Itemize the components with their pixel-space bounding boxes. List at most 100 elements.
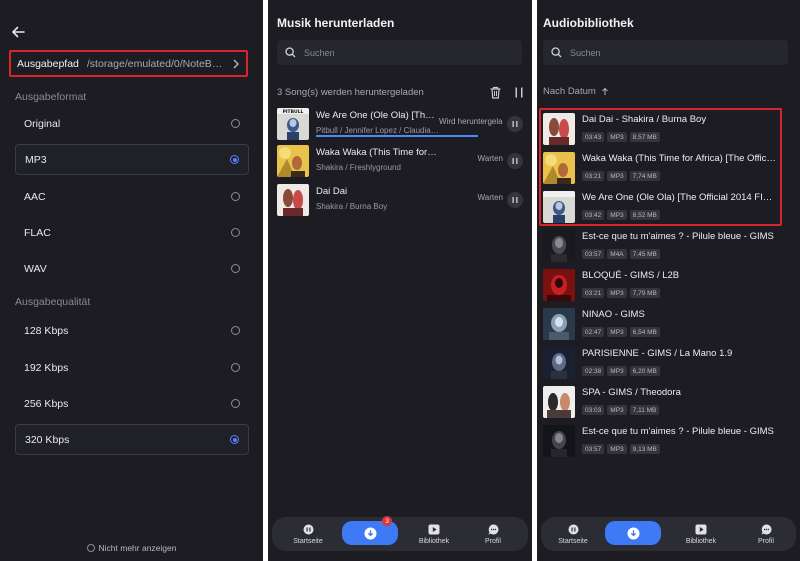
library-play-icon	[428, 524, 440, 534]
size-chip: 8,52 MB	[629, 210, 660, 220]
library-item[interactable]: Est-ce que tu m'aimes ? - Pilule bleue -…	[543, 230, 776, 262]
search-icon	[285, 47, 296, 58]
format-option-wav[interactable]: WAV	[15, 253, 249, 284]
format-chip: MP3	[607, 444, 627, 454]
format-option-label: AAC	[24, 190, 46, 203]
format-chip: MP3	[607, 132, 627, 142]
song-title: Est-ce que tu m'aimes ? - Pilule bleue -…	[582, 231, 774, 242]
song-title: We Are One (Ole Ola) [The Official 2014 …	[582, 192, 776, 203]
album-cover-ninao	[543, 308, 575, 340]
nav-profile[interactable]: Profil	[478, 517, 508, 551]
nav-profile[interactable]: Profil	[751, 517, 781, 551]
format-chip: MP3	[607, 171, 627, 181]
radio-selected-icon	[230, 155, 239, 164]
download-status-bar: 3 Song(s) werden heruntergeladen	[277, 84, 524, 100]
home-icon	[303, 524, 313, 534]
album-cover-dai-dai	[543, 113, 575, 145]
duration-chip: 03:21	[582, 288, 605, 298]
quality-option-128[interactable]: 128 Kbps	[15, 315, 249, 346]
size-chip: 7,79 MB	[629, 288, 660, 298]
quality-option-320[interactable]: 320 Kbps	[15, 424, 249, 455]
duration-chip: 03:42	[582, 210, 605, 220]
pause-all-icon[interactable]	[514, 86, 524, 99]
output-path-row[interactable]: Ausgabepfad /storage/emulated/0/NoteBurn…	[9, 50, 248, 77]
download-icon	[364, 527, 376, 539]
library-item[interactable]: PARISIENNE - GIMS / La Mano 1.9 02:38 MP…	[543, 347, 776, 379]
size-chip: 6,54 MB	[629, 327, 660, 337]
size-chip: 6,20 MB	[629, 366, 660, 376]
pause-button[interactable]	[507, 153, 523, 169]
format-option-flac[interactable]: FLAC	[15, 217, 249, 248]
library-item[interactable]: Dai Dai - Shakira / Burna Boy 03:43 MP3 …	[543, 113, 776, 145]
song-artist: Shakira / Freshlyground	[316, 163, 401, 172]
duration-chip: 03:03	[582, 405, 605, 415]
library-item[interactable]: SPA - GIMS / Theodora 03:03 MP3 7,11 MB	[543, 386, 776, 418]
nav-library[interactable]: Bibliothek	[412, 517, 456, 551]
size-chip: 7,11 MB	[629, 405, 660, 415]
format-chip: MP3	[607, 405, 627, 415]
dont-show-again-label: Nicht mehr anzeigen	[98, 543, 177, 553]
download-progress-bar	[316, 135, 478, 137]
duration-chip: 03:43	[582, 132, 605, 142]
sort-by-date[interactable]: Nach Datum	[543, 86, 609, 97]
svg-text:PITBULL: PITBULL	[283, 109, 304, 115]
page-title: Musik herunterladen	[277, 16, 395, 30]
home-icon	[568, 524, 578, 534]
search-input[interactable]: Suchen	[277, 40, 522, 65]
library-item[interactable]: Waka Waka (This Time for Africa) [The Of…	[543, 152, 776, 184]
nav-library[interactable]: Bibliothek	[679, 517, 723, 551]
quality-option-192[interactable]: 192 Kbps	[15, 352, 249, 383]
download-icon	[627, 527, 639, 539]
trash-icon[interactable]	[489, 86, 502, 99]
song-artist: Shakira / Burna Boy	[316, 202, 388, 211]
library-item[interactable]: We Are One (Ole Ola) [The Official 2014 …	[543, 191, 776, 223]
output-path-value: /storage/emulated/0/NoteBurnerMusicOneFo…	[86, 57, 226, 70]
format-option-mp3[interactable]: MP3	[15, 144, 249, 175]
song-title: Dai Dai - Shakira / Burna Boy	[582, 114, 707, 125]
pause-button[interactable]	[507, 116, 523, 132]
search-input[interactable]: Suchen	[543, 40, 788, 65]
sort-label: Nach Datum	[543, 86, 596, 97]
format-option-label: MP3	[25, 153, 47, 166]
duration-chip: 03:57	[582, 444, 605, 454]
quality-option-256[interactable]: 256 Kbps	[15, 388, 249, 419]
song-title: We Are One (Ole Ola) [The Official 2014 …	[316, 110, 438, 121]
radio-icon	[231, 399, 240, 408]
dont-show-again[interactable]: Nicht mehr anzeigen	[0, 543, 263, 553]
song-title: PARISIENNE - GIMS / La Mano 1.9	[582, 348, 733, 359]
nav-home[interactable]: Startseite	[288, 517, 328, 551]
format-option-original[interactable]: Original	[15, 108, 249, 139]
nav-profile-label: Profil	[758, 537, 774, 545]
nav-home[interactable]: Startseite	[553, 517, 593, 551]
search-placeholder: Suchen	[570, 47, 601, 58]
pause-icon	[512, 158, 518, 164]
quality-option-label: 192 Kbps	[24, 361, 69, 374]
format-option-aac[interactable]: AAC	[15, 181, 249, 212]
bottom-nav: Startseite 3 Bibliothek Profil	[272, 516, 528, 551]
radio-icon	[231, 264, 240, 273]
album-cover-we-are-one	[543, 191, 575, 223]
nav-download-button[interactable]: 3	[342, 516, 398, 545]
format-option-label: FLAC	[24, 226, 51, 239]
radio-icon	[231, 326, 240, 335]
nav-download-button[interactable]	[605, 521, 661, 545]
settings-panel: Ausgabepfad /storage/emulated/0/NoteBurn…	[0, 0, 263, 561]
nav-home-label: Startseite	[558, 537, 588, 545]
back-arrow-icon[interactable]	[10, 24, 26, 40]
library-item[interactable]: Est-ce que tu m'aimes ? - Pilule bleue -…	[543, 425, 776, 457]
song-title: SPA - GIMS / Theodora	[582, 387, 681, 398]
quality-option-label: 256 Kbps	[24, 397, 69, 410]
bottom-nav: Startseite Bibliothek Profil	[541, 517, 796, 551]
download-panel: Musik herunterladen Suchen 3 Song(s) wer…	[268, 0, 532, 561]
song-title: Est-ce que tu m'aimes ? - Pilule bleue -…	[582, 426, 774, 437]
pause-button[interactable]	[507, 192, 523, 208]
library-item[interactable]: BLOQUÉ - GIMS / L2B 03:21 MP3 7,79 MB	[543, 269, 776, 301]
nav-profile-label: Profil	[485, 537, 501, 545]
download-status: Warten	[477, 193, 504, 202]
album-cover-dai-dai	[277, 184, 309, 216]
quality-option-label: 320 Kbps	[25, 433, 70, 446]
library-item[interactable]: NINAO - GIMS 02:47 MP3 6,54 MB	[543, 308, 776, 340]
download-item[interactable]: Dai Dai Shakira / Burna Boy Warten	[277, 184, 524, 216]
download-item[interactable]: Waka Waka (This Time for Africa) [The Of…	[277, 145, 524, 177]
radio-icon	[231, 363, 240, 372]
